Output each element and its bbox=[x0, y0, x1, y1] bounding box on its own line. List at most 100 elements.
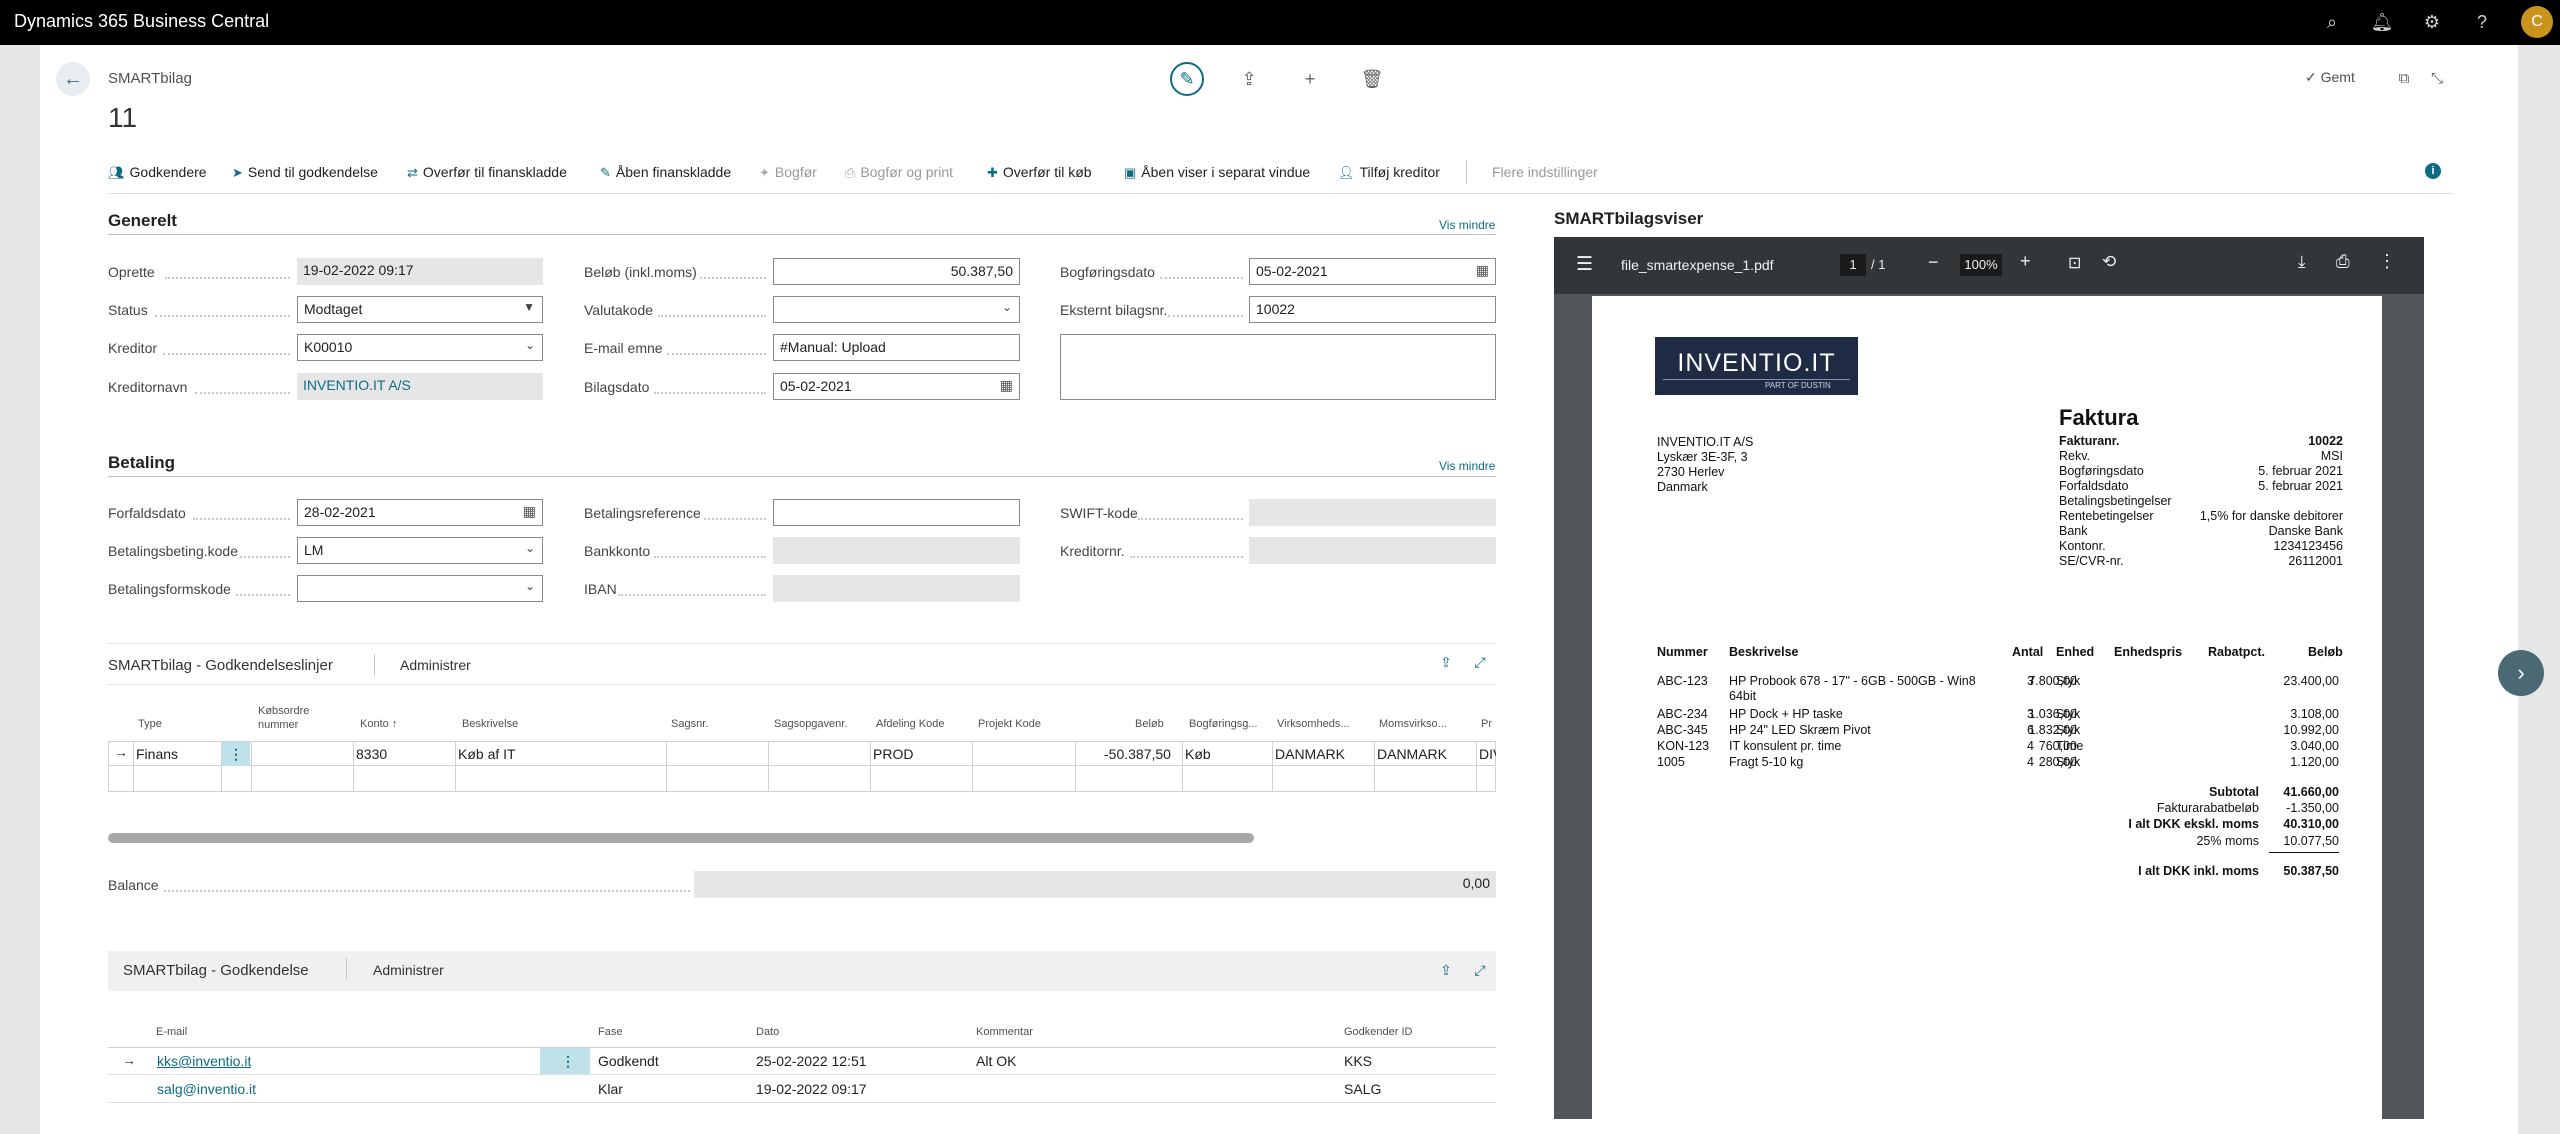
cell-kommentar[interactable]: Alt OK bbox=[976, 1053, 1016, 1069]
status-select[interactable]: Modtaget ▼ bbox=[297, 296, 543, 323]
cell-type[interactable]: Finans bbox=[136, 746, 178, 762]
action-bogfor-og-print[interactable]: ⎙ Bogfør og print bbox=[845, 164, 953, 181]
cell-afdeling[interactable]: PROD bbox=[873, 746, 913, 762]
col-header-dato[interactable]: Dato bbox=[756, 1026, 779, 1038]
col-header-sagsopgavenr[interactable]: Sagsopgavenr. bbox=[774, 718, 847, 730]
next-arrow-button[interactable]: › bbox=[2498, 650, 2544, 696]
col-header-beskrivelse[interactable]: Beskrivelse bbox=[462, 718, 518, 730]
cell-godkender[interactable]: KKS bbox=[1344, 1053, 1372, 1069]
action-aben-finanskladde[interactable]: ✎ Åben finanskladde bbox=[600, 164, 731, 181]
menu-icon[interactable]: ☰ bbox=[1576, 253, 1593, 276]
print-icon[interactable]: ⎙ bbox=[2336, 252, 2350, 272]
eksternt-bilagsnr-field[interactable]: 10022 bbox=[1249, 296, 1496, 323]
delete-icon[interactable]: 🗑︎ bbox=[1355, 62, 1389, 96]
col-header-afdeling[interactable]: Afdeling Kode bbox=[876, 718, 945, 730]
collapse-icon[interactable]: ⤡ bbox=[2420, 62, 2454, 96]
search-icon[interactable]: ⌕ bbox=[2320, 10, 2344, 34]
betalingsbeting-field[interactable]: LM ⌄ bbox=[297, 537, 543, 564]
expand-icon[interactable]: ⤢ bbox=[1465, 955, 1495, 985]
col-header-godkender[interactable]: Godkender ID bbox=[1344, 1026, 1412, 1038]
col-header-momsvirkso[interactable]: Momsvirkso... bbox=[1379, 718, 1447, 730]
table-row-empty[interactable] bbox=[108, 767, 1496, 792]
calendar-icon[interactable]: ▦ bbox=[1000, 377, 1013, 394]
action-aben-viser[interactable]: ▣ Åben viser i separat vindue bbox=[1124, 164, 1310, 181]
action-send-til-godkendelse[interactable]: ➤ Send til godkendelse bbox=[232, 164, 378, 181]
col-header-email[interactable]: E-mail bbox=[156, 1026, 187, 1038]
valutakode-field[interactable]: ⌄ bbox=[773, 296, 1020, 323]
edit-icon[interactable]: ✎ bbox=[1170, 62, 1204, 96]
pdf-zoom-input[interactable]: 100% bbox=[1960, 254, 2002, 276]
gear-icon[interactable]: ⚙ bbox=[2420, 10, 2444, 34]
action-overfor-finanskladde[interactable]: ⇄ Overfør til finanskladde bbox=[407, 164, 567, 181]
action-flere-indstillinger[interactable]: Flere indstillinger bbox=[1492, 164, 1598, 180]
email-emne-field[interactable]: #Manual: Upload bbox=[773, 334, 1020, 361]
horizontal-scrollbar[interactable] bbox=[108, 833, 1254, 843]
col-header-pr[interactable]: Pr bbox=[1481, 718, 1492, 730]
cell-pr[interactable]: DIV bbox=[1479, 746, 1496, 762]
approval-administrer-tab[interactable]: Administrer bbox=[373, 962, 444, 978]
new-icon[interactable]: + bbox=[1293, 62, 1327, 96]
fit-page-icon[interactable]: ⊡ bbox=[2068, 253, 2081, 273]
bilagsdato-field[interactable]: 05-02-2021 ▦ bbox=[773, 373, 1020, 400]
row-menu-button[interactable]: ⋮ bbox=[222, 742, 250, 766]
cell-virksomheds[interactable]: DANMARK bbox=[1275, 746, 1345, 762]
col-header-kobsordre[interactable]: Købsordre nummer bbox=[258, 704, 318, 732]
cell-dato[interactable]: 19-02-2022 09:17 bbox=[756, 1081, 867, 1097]
forfaldsdato-field[interactable]: 28-02-2021 ▦ bbox=[297, 499, 543, 526]
vis-mindre-link[interactable]: Vis mindre bbox=[1439, 459, 1495, 473]
zoom-out-icon[interactable]: − bbox=[1928, 252, 1939, 273]
help-icon[interactable]: ? bbox=[2470, 10, 2494, 34]
share-icon[interactable]: ⇪ bbox=[1232, 62, 1266, 96]
notes-textarea[interactable] bbox=[1060, 334, 1496, 400]
col-header-type[interactable]: Type bbox=[138, 718, 162, 730]
avatar[interactable]: C bbox=[2521, 6, 2553, 38]
cell-momsvirkso[interactable]: DANMARK bbox=[1377, 746, 1447, 762]
rotate-icon[interactable]: ⟲ bbox=[2102, 252, 2116, 272]
belob-field[interactable]: 50.387,50 bbox=[773, 258, 1020, 285]
action-bogfor[interactable]: ✦ Bogfør bbox=[759, 164, 817, 181]
col-header-bogforingsg[interactable]: Bogføringsg... bbox=[1189, 718, 1257, 730]
download-icon[interactable]: ⤓ bbox=[2298, 252, 2306, 272]
lines-administrer-tab[interactable]: Administrer bbox=[400, 657, 471, 673]
meta-value: MSI bbox=[2320, 449, 2343, 463]
cell-belob[interactable]: -50.387,50 bbox=[1104, 746, 1171, 762]
col-header-kommentar[interactable]: Kommentar bbox=[976, 1026, 1033, 1038]
calendar-icon[interactable]: ▦ bbox=[523, 503, 536, 520]
kreditor-field[interactable]: K00010 ⌄ bbox=[297, 334, 543, 361]
cell-dato[interactable]: 25-02-2022 12:51 bbox=[756, 1053, 867, 1069]
cell-fase[interactable]: Klar bbox=[598, 1081, 623, 1097]
row-menu-button[interactable]: ⋮ bbox=[555, 1048, 581, 1074]
bogforingsdato-field[interactable]: 05-02-2021 ▦ bbox=[1249, 258, 1496, 285]
col-header-belob[interactable]: Beløb bbox=[1135, 718, 1164, 730]
vis-mindre-link[interactable]: Vis mindre bbox=[1439, 218, 1495, 232]
cell-fase[interactable]: Godkendt bbox=[598, 1053, 659, 1069]
betalingsformskode-field[interactable]: ⌄ bbox=[297, 575, 543, 602]
col-header-projekt[interactable]: Projekt Kode bbox=[978, 718, 1041, 730]
col-header-fase[interactable]: Fase bbox=[598, 1026, 622, 1038]
bell-icon[interactable]: 🔔︎ bbox=[2370, 10, 2394, 34]
info-icon[interactable]: i bbox=[2425, 163, 2441, 179]
back-button[interactable]: ← bbox=[56, 62, 90, 96]
pdf-page-input[interactable]: 1 bbox=[1840, 254, 1866, 276]
open-new-window-icon[interactable]: ⧉ bbox=[2387, 62, 2421, 96]
cell-godkender[interactable]: SALG bbox=[1344, 1081, 1381, 1097]
zoom-in-icon[interactable]: + bbox=[2020, 251, 2031, 272]
cell-beskrivelse[interactable]: Køb af IT bbox=[458, 746, 516, 762]
col-header-sagsnr[interactable]: Sagsnr. bbox=[671, 718, 708, 730]
action-tilfoj-kreditor[interactable]: 👤︎ Tilføj kreditor bbox=[1338, 164, 1440, 181]
more-icon[interactable]: ⋮ bbox=[2378, 251, 2396, 272]
share-icon[interactable]: ⇪ bbox=[1431, 955, 1461, 985]
action-godkendere[interactable]: 👥︎ Godkendere bbox=[108, 164, 207, 181]
betalingsreference-field[interactable] bbox=[773, 499, 1020, 526]
share-icon[interactable]: ⇪ bbox=[1431, 647, 1461, 677]
kreditornavn-field[interactable]: INVENTIO.IT A/S bbox=[297, 373, 543, 400]
cell-email-link[interactable]: kks@inventio.it bbox=[157, 1053, 251, 1069]
cell-konto[interactable]: 8330 bbox=[356, 746, 387, 762]
expand-icon[interactable]: ⤢ bbox=[1465, 647, 1495, 677]
calendar-icon[interactable]: ▦ bbox=[1476, 262, 1489, 279]
action-overfor-til-kob[interactable]: ✚ Overfør til køb bbox=[987, 164, 1092, 181]
cell-bogforingsg[interactable]: Køb bbox=[1185, 746, 1211, 762]
col-header-virksomheds[interactable]: Virksomheds... bbox=[1277, 718, 1350, 730]
col-header-konto[interactable]: Konto ↑ bbox=[360, 718, 397, 730]
cell-email-link[interactable]: salg@inventio.it bbox=[157, 1081, 256, 1097]
